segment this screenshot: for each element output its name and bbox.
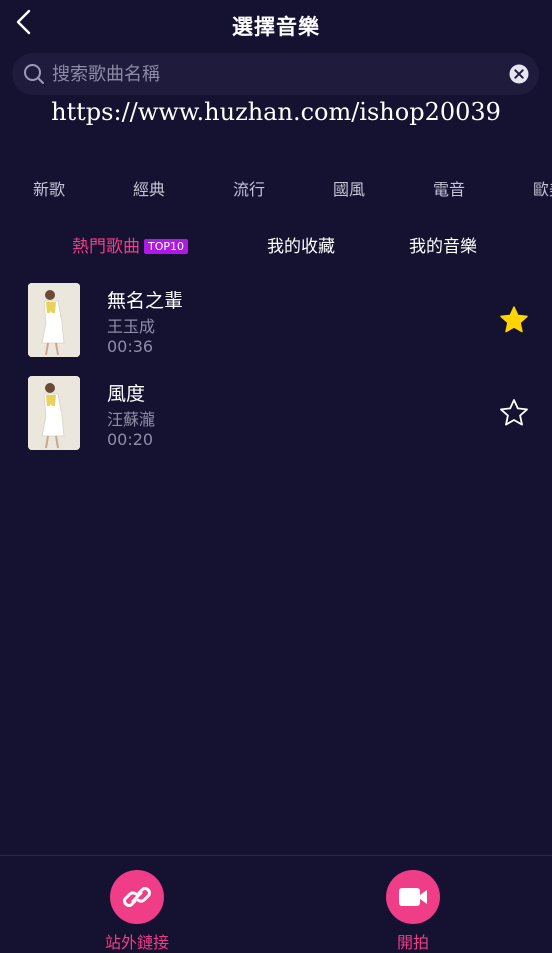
song-title: 風度 bbox=[107, 383, 146, 405]
song-cover[interactable] bbox=[28, 283, 80, 357]
favorite-button[interactable] bbox=[498, 397, 530, 429]
watermark-url: https://www.huzhan.com/ishop20039 bbox=[51, 98, 501, 126]
category-western[interactable]: 歐美 bbox=[533, 176, 552, 200]
favorite-button[interactable] bbox=[498, 304, 530, 336]
tab-my-favorites[interactable]: 我的收藏 bbox=[267, 232, 335, 257]
search-bar[interactable] bbox=[12, 53, 539, 95]
tab-hot-songs[interactable]: 熱門歌曲 TOP10 bbox=[72, 232, 189, 257]
top10-badge: TOP10 bbox=[144, 239, 189, 254]
start-shoot-button[interactable]: 開拍 bbox=[358, 870, 468, 953]
tab-bar: 熱門歌曲 TOP10 我的收藏 我的音樂 bbox=[0, 232, 552, 258]
cover-image bbox=[28, 283, 80, 357]
search-input[interactable] bbox=[52, 53, 502, 95]
music-picker-screen: 選擇音樂 https://www.huzhan.com/ishop20039 新… bbox=[0, 0, 552, 953]
song-item[interactable]: 無名之輩 王玉成 00:36 bbox=[0, 282, 552, 358]
star-filled-icon bbox=[500, 306, 528, 333]
category-pop[interactable]: 流行 bbox=[233, 176, 265, 200]
category-bar: 新歌 經典 流行 國風 電音 歐美 bbox=[0, 176, 552, 202]
header: 選擇音樂 bbox=[0, 0, 552, 50]
star-outline-icon bbox=[500, 399, 528, 426]
shoot-button-circle[interactable] bbox=[386, 870, 440, 924]
link-icon bbox=[123, 887, 151, 907]
tab-hot-label: 熱門歌曲 bbox=[72, 237, 140, 257]
link-button-circle[interactable] bbox=[110, 870, 164, 924]
song-artist: 汪蘇瀧 bbox=[107, 410, 156, 429]
cover-image bbox=[28, 376, 80, 450]
page-title: 選擇音樂 bbox=[232, 15, 320, 39]
song-duration: 00:36 bbox=[107, 337, 154, 356]
song-duration: 00:20 bbox=[107, 430, 154, 449]
clear-circle-icon[interactable] bbox=[509, 64, 529, 84]
search-icon bbox=[24, 64, 44, 84]
song-cover[interactable] bbox=[28, 376, 80, 450]
category-new[interactable]: 新歌 bbox=[33, 176, 65, 200]
category-classic[interactable]: 經典 bbox=[133, 176, 165, 200]
song-title: 無名之輩 bbox=[107, 290, 184, 312]
bottom-bar: 站外鏈接 開拍 bbox=[0, 855, 552, 953]
shoot-button-label: 開拍 bbox=[396, 933, 429, 952]
song-artist: 王玉成 bbox=[107, 317, 156, 336]
tab-my-music[interactable]: 我的音樂 bbox=[409, 232, 477, 257]
external-link-button[interactable]: 站外鏈接 bbox=[82, 870, 192, 953]
category-electronic[interactable]: 電音 bbox=[433, 176, 465, 200]
video-camera-icon bbox=[399, 888, 427, 906]
link-button-label: 站外鏈接 bbox=[104, 933, 169, 952]
category-guofeng[interactable]: 國風 bbox=[333, 176, 365, 200]
song-item[interactable]: 風度 汪蘇瀧 00:20 bbox=[0, 375, 552, 451]
